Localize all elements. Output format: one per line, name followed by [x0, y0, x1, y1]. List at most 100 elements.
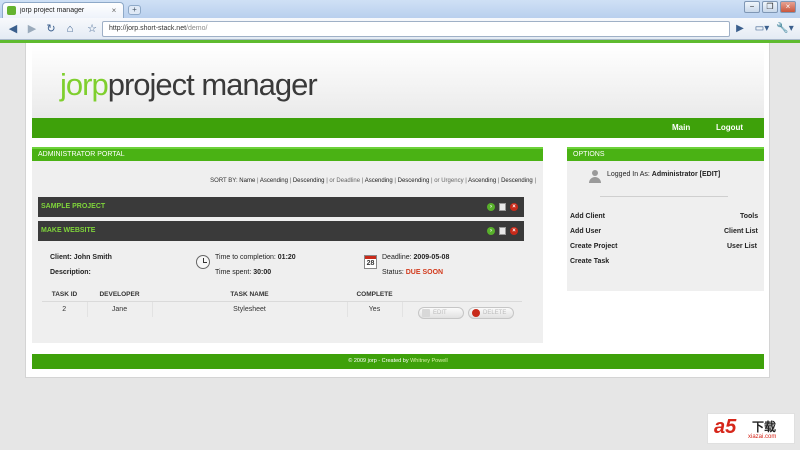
browser-tab[interactable]: jorp project manager ×	[2, 2, 124, 18]
sort-deadline: or Deadline	[329, 178, 361, 184]
time-spent-value: 30:00	[253, 269, 272, 276]
url-path: /demo/	[186, 25, 208, 32]
delete-icon[interactable]: ×	[510, 227, 518, 235]
deadline-label: Deadline:	[382, 254, 412, 261]
expand-icon[interactable]: ›	[487, 227, 495, 235]
create-task-link[interactable]: Create Task	[570, 258, 609, 265]
completion-label: Time to completion:	[215, 254, 276, 261]
site-header: jorpproject manager	[32, 46, 764, 120]
sort-name: Name	[239, 178, 256, 184]
nav-main-link[interactable]: Main	[672, 123, 690, 132]
edit-task-label: EDIT	[433, 310, 447, 316]
main-nav: Main Logout	[32, 118, 764, 138]
sort-sep: |	[361, 178, 364, 184]
sort-urgency-asc[interactable]: Ascending	[468, 178, 496, 184]
admin-panel-title: ADMINISTRATOR PORTAL	[32, 147, 543, 161]
project-row[interactable]: MAKE WEBSITE › ×	[38, 221, 524, 241]
edit-document-icon[interactable]	[499, 227, 506, 235]
status-line: Status: DUE SOON	[382, 269, 443, 276]
complete-cell: Yes	[347, 301, 403, 317]
home-icon[interactable]: ⌂	[62, 21, 78, 37]
footer-author-link[interactable]: Whitney Powell	[410, 358, 448, 364]
forward-icon[interactable]: ▶	[24, 21, 40, 37]
task-id-cell: 2	[42, 301, 88, 317]
page-menu-icon[interactable]: ▭▾	[752, 21, 772, 37]
tab-close-icon[interactable]: ×	[109, 6, 119, 15]
reload-icon[interactable]: ↻	[43, 21, 59, 37]
sort-sep: |	[326, 178, 328, 184]
description-line: Description:	[50, 269, 91, 276]
tools-menu-icon[interactable]: 🔧▾	[774, 21, 796, 37]
page-container: jorpproject manager Main Logout ADMINIST…	[25, 43, 770, 378]
window-controls: − ❐ ×	[744, 1, 796, 13]
edit-profile-link[interactable]: [EDIT]	[700, 171, 721, 178]
add-client-link[interactable]: Add Client	[570, 213, 605, 220]
clock-icon	[196, 255, 210, 269]
sort-name-asc[interactable]: Ascending	[260, 178, 288, 184]
maximize-button[interactable]: ❐	[762, 1, 778, 13]
url-host: http://jorp.short-stack.net	[109, 25, 187, 32]
site-logo[interactable]: jorpproject manager	[60, 67, 318, 103]
options-divider	[600, 196, 728, 197]
user-icon	[589, 170, 601, 183]
new-tab-button[interactable]: +	[128, 5, 141, 15]
sort-sep: |	[497, 178, 500, 184]
project-name: SAMPLE PROJECT	[41, 203, 106, 210]
site-footer: © 2009 jorp - Created by Whitney Powell	[32, 354, 764, 369]
client-value: John Smith	[73, 254, 112, 261]
expand-icon[interactable]: ›	[487, 203, 495, 211]
sort-deadline-asc[interactable]: Ascending	[365, 178, 393, 184]
status-badge: DUE SOON	[405, 269, 444, 276]
nav-logout-link[interactable]: Logout	[716, 123, 743, 132]
minimize-button[interactable]: −	[744, 1, 760, 13]
project-actions: › ×	[487, 203, 518, 211]
logo-project-manager: project manager	[107, 67, 318, 102]
developer-cell: Jane	[87, 301, 153, 317]
delete-icon[interactable]: ×	[510, 203, 518, 211]
sort-bar: SORT BY: Name | Ascending | Descending |…	[210, 178, 536, 184]
watermark-cn: 下载	[752, 420, 777, 434]
sort-sep: |	[394, 178, 396, 184]
options-panel-title: OPTIONS	[567, 147, 764, 161]
add-user-link[interactable]: Add User	[570, 228, 601, 235]
watermark-url: xiazai.com	[748, 434, 777, 440]
create-project-link[interactable]: Create Project	[570, 243, 617, 250]
task-table-header: TASK ID DEVELOPER TASK NAME COMPLETE	[42, 288, 522, 302]
time-spent-line: Time spent: 30:00	[215, 269, 271, 276]
calendar-icon: 28	[364, 255, 377, 269]
bookmark-star-icon[interactable]: ☆	[84, 21, 100, 37]
sort-urgency-desc[interactable]: Descending	[501, 178, 533, 184]
project-actions: › ×	[487, 227, 518, 235]
browser-titlebar: jorp project manager × + − ❐ ×	[0, 0, 800, 18]
status-label: Status:	[382, 269, 404, 276]
delete-task-button[interactable]: DELETE	[468, 307, 514, 319]
col-task-name: TASK NAME	[152, 288, 347, 302]
logo-jorp: jorp	[60, 67, 109, 102]
address-bar[interactable]: http://jorp.short-stack.net/demo/	[102, 21, 730, 37]
client-list-link[interactable]: Client List	[724, 228, 758, 235]
sort-sep: |	[430, 178, 433, 184]
user-list-link[interactable]: User List	[727, 243, 757, 250]
client-line: Client: John Smith	[50, 254, 112, 261]
edit-task-button[interactable]: EDIT	[418, 307, 464, 319]
logged-in-label: Logged In As:	[607, 171, 650, 178]
sort-sep: |	[256, 178, 259, 184]
sort-urgency: or Urgency	[434, 178, 464, 184]
sort-name-desc[interactable]: Descending	[293, 178, 325, 184]
completion-value: 01:20	[277, 254, 296, 261]
jorp-favicon-icon	[7, 6, 16, 15]
col-actions	[402, 288, 522, 302]
completion-line: Time to completion: 01:20	[215, 254, 296, 261]
col-developer: DEVELOPER	[87, 288, 152, 302]
sort-deadline-desc[interactable]: Descending	[398, 178, 430, 184]
tools-link[interactable]: Tools	[740, 213, 758, 220]
sort-label: SORT BY:	[210, 178, 238, 184]
edit-document-icon[interactable]	[499, 203, 506, 211]
go-icon[interactable]: ▶	[734, 21, 746, 37]
back-icon[interactable]: ◀	[5, 21, 21, 37]
sort-sep: |	[289, 178, 292, 184]
close-window-button[interactable]: ×	[780, 1, 796, 13]
sort-sep: |	[465, 178, 467, 184]
project-row[interactable]: SAMPLE PROJECT › ×	[38, 197, 524, 217]
footer-text: © 2009 jorp - Created by	[348, 358, 409, 364]
